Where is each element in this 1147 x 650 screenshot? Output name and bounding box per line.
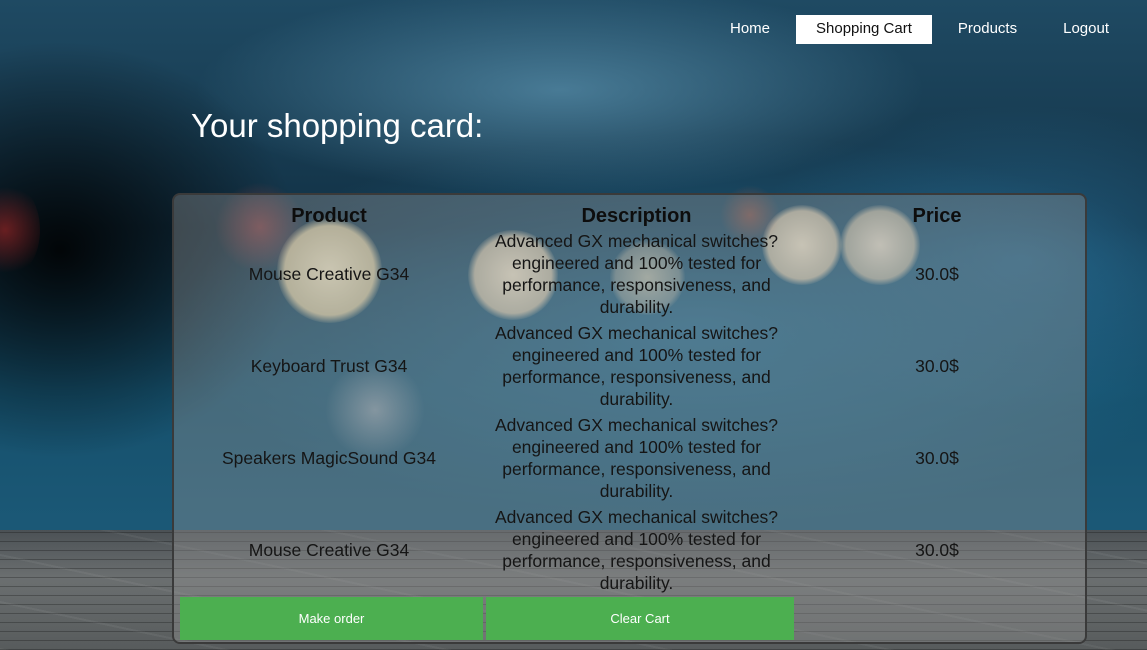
description-text: Advanced GX mechanical switches?engineer… (494, 415, 779, 501)
header-description: Description (581, 205, 692, 227)
cell-description: Advanced GX mechanical switches?engineer… (484, 320, 789, 412)
cell-price: 30.0$ (915, 264, 959, 284)
cell-product: Keyboard Trust G34 (250, 356, 408, 376)
cart-panel: Product Description Price Mouse Creative… (172, 193, 1087, 644)
cart-table: Product Description Price Mouse Creative… (174, 195, 1085, 596)
nav-home[interactable]: Home (710, 15, 790, 44)
description-text: Advanced GX mechanical switches?engineer… (494, 323, 779, 409)
cell-price: 30.0$ (915, 448, 959, 468)
nav-products[interactable]: Products (938, 15, 1037, 44)
table-row: Mouse Creative G34 Advanced GX mechanica… (174, 504, 1085, 596)
cell-product: Speakers MagicSound G34 (221, 448, 437, 468)
table-row: Keyboard Trust G34 Advanced GX mechanica… (174, 320, 1085, 412)
top-navigation: Home Shopping Cart Products Logout (704, 15, 1129, 44)
clear-cart-button[interactable]: Clear Cart (486, 597, 794, 640)
table-row: Speakers MagicSound G34 Advanced GX mech… (174, 412, 1085, 504)
table-header-row: Product Description Price (174, 195, 1085, 228)
cell-description: Advanced GX mechanical switches?engineer… (484, 412, 789, 504)
table-row: Mouse Creative G34 Advanced GX mechanica… (174, 228, 1085, 320)
page-title: Your shopping card: (191, 107, 484, 144)
nav-shopping-cart[interactable]: Shopping Cart (796, 15, 932, 44)
description-text: Advanced GX mechanical switches?engineer… (494, 507, 779, 593)
cell-description: Advanced GX mechanical switches?engineer… (484, 228, 789, 320)
header-price: Price (912, 205, 962, 227)
cell-description: Advanced GX mechanical switches?engineer… (484, 504, 789, 596)
cell-price: 30.0$ (915, 356, 959, 376)
cell-product: Mouse Creative G34 (248, 264, 410, 284)
header-product: Product (291, 205, 367, 227)
bokeh-light (0, 180, 40, 280)
cell-product: Mouse Creative G34 (248, 540, 410, 560)
make-order-button[interactable]: Make order (180, 597, 483, 640)
nav-logout[interactable]: Logout (1043, 15, 1129, 44)
description-text: Advanced GX mechanical switches?engineer… (494, 231, 779, 317)
cell-price: 30.0$ (915, 540, 959, 560)
